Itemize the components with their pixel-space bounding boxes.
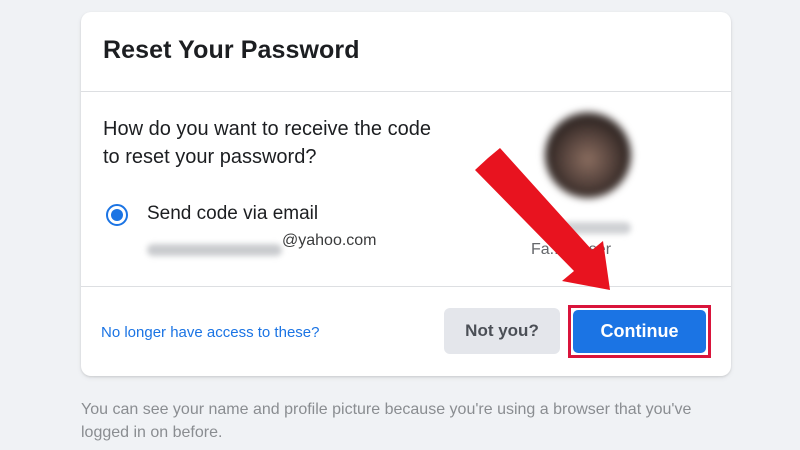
dialog-footer: No longer have access to these? Not you?…: [81, 286, 731, 377]
question-text: How do you want to receive the code to r…: [103, 118, 431, 168]
profile-subtitle: Fa... k user: [531, 241, 612, 258]
email-option-radio[interactable]: [106, 204, 128, 226]
continue-button[interactable]: Continue: [573, 310, 706, 353]
dialog-header: Reset Your Password: [81, 12, 731, 92]
blurred-email-username: [147, 244, 282, 256]
radio-selected-dot: [111, 209, 123, 221]
reset-password-dialog: Reset Your Password How do you want to r…: [81, 12, 731, 376]
footnote-text: You can see your name and profile pictur…: [81, 401, 692, 441]
email-option-label[interactable]: Send code via email: [147, 203, 318, 225]
blurred-user-name: [561, 222, 631, 234]
continue-highlight-box: Continue: [568, 305, 711, 358]
not-you-button[interactable]: Not you?: [444, 308, 560, 354]
dialog-title: Reset Your Password: [103, 36, 360, 64]
no-access-link[interactable]: No longer have access to these?: [101, 324, 319, 341]
profile-avatar: [545, 112, 631, 198]
email-domain: @yahoo.com: [282, 232, 377, 249]
